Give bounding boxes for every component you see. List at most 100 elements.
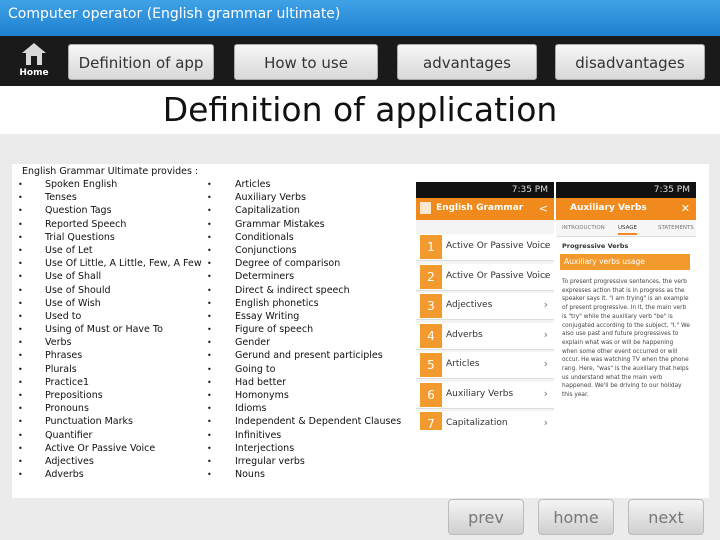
chevron-right-icon: ›: [543, 327, 548, 341]
bullet-mark: •: [207, 259, 212, 269]
list-item-label: Tenses: [45, 192, 77, 204]
tab-disadvantages[interactable]: disadvantages: [555, 44, 705, 80]
detail-toolbar: Auxiliary Verbs ✕: [556, 198, 696, 220]
detail-body-text: To present progressive sentences, the ve…: [562, 279, 690, 399]
list-item-label: Using of Must or Have To: [45, 324, 163, 336]
list-item-label: Trial Questions: [45, 231, 115, 243]
prev-button[interactable]: prev: [448, 499, 524, 535]
bullet-mark: •: [18, 298, 23, 308]
list-item-label: Spoken English: [45, 179, 118, 190]
bullet-mark: •: [18, 417, 23, 427]
bullet-mark: •: [207, 325, 212, 335]
app-list-item: 6 Auxiliary Verbs ›: [416, 381, 554, 409]
status-time: 7:35 PM: [511, 185, 548, 195]
app-list-item: 4 Adverbs ›: [416, 322, 554, 350]
detail-banner: Auxiliary verbs usage: [560, 254, 690, 270]
home-icon: [22, 43, 46, 65]
list-item-label: Independent & Dependent Clauses: [235, 416, 402, 428]
list-item-label: Nouns: [235, 469, 265, 481]
list-item-label: Gender: [235, 337, 271, 349]
bullet-mark: •: [18, 325, 23, 335]
list-intro: English Grammar Ultimate provides :: [22, 166, 199, 177]
detail-tab-introduction: INTRODUCTION: [562, 225, 605, 231]
page-heading-area: Definition of application: [0, 88, 720, 134]
window-title: Computer operator (English grammar ultim…: [8, 6, 341, 22]
detail-banner-text: Auxiliary verbs usage: [564, 257, 645, 266]
home-button[interactable]: home: [538, 499, 614, 535]
app-logo-icon: [420, 202, 431, 214]
list-item-label: Determiners: [235, 271, 295, 283]
tab-how-to-use[interactable]: How to use: [234, 44, 378, 80]
bullet-mark: •: [207, 311, 212, 321]
app-toolbar-title: English Grammar: [436, 203, 524, 213]
app-toolbar: English Grammar <: [416, 198, 554, 220]
detail-toolbar-title: Auxiliary Verbs: [570, 203, 647, 213]
list-item-label: Grammar Mistakes: [235, 218, 325, 230]
app-list-item-label: Articles: [446, 359, 480, 369]
nav-bar: Home Definition of app How to use advant…: [0, 36, 720, 86]
app-list-item-number: 1: [420, 235, 442, 259]
detail-section-title: Progressive Verbs: [562, 242, 629, 250]
list-item-label: Going to: [235, 363, 276, 375]
list-item-label: Use of Should: [45, 284, 111, 296]
list-item-label: Use Of Little, A Little, Few, A Few: [45, 258, 202, 270]
app-list-item-label: Active Or Passive Voice: [446, 270, 551, 281]
bullet-mark: •: [18, 272, 23, 282]
bullet-mark: •: [207, 456, 212, 466]
chevron-right-icon: ›: [543, 357, 548, 370]
list-item-label: Phrases: [45, 350, 83, 362]
list-item-label: Gerund and present participles: [235, 350, 383, 362]
list-item-label: Degree of comparison: [235, 258, 341, 270]
bullet-mark: •: [207, 219, 212, 229]
bullet-mark: •: [18, 470, 23, 480]
status-bar: 7:35 PM: [416, 182, 554, 198]
bullet-mark: •: [18, 193, 23, 203]
bullet-mark: •: [18, 245, 23, 255]
app-list-item-label: Capitalization: [446, 418, 508, 428]
bullet-mark: •: [18, 219, 23, 229]
list-item-label: Capitalization: [235, 205, 300, 217]
detail-tab-statements: STATEMENTS: [658, 225, 694, 231]
tab-definition[interactable]: Definition of app: [68, 44, 214, 80]
bullet-mark: •: [18, 338, 23, 348]
list-item-label: Idioms: [235, 403, 267, 415]
chevron-right-icon: ›: [543, 268, 548, 282]
chevron-right-icon: ›: [543, 386, 548, 400]
detail-tabs: INTRODUCTION USAGE STATEMENTS: [556, 220, 696, 237]
detail-tab-usage: USAGE: [618, 225, 638, 235]
bullet-mark: •: [207, 298, 212, 308]
bullet-mark: •: [207, 417, 212, 427]
list-item-label: Reported Speech: [45, 218, 127, 230]
list-item-label: Pronouns: [45, 403, 89, 415]
title-bar: Computer operator (English grammar ultim…: [0, 0, 720, 36]
list-item-label: Use of Let: [45, 244, 93, 256]
list-item-label: Interjections: [235, 442, 295, 454]
list-item-label: Punctuation Marks: [45, 416, 133, 428]
next-button[interactable]: next: [628, 499, 704, 535]
list-item-label: Prepositions: [45, 390, 103, 401]
bullet-mark: •: [207, 364, 212, 374]
chevron-right-icon: ›: [543, 298, 548, 311]
bullet-mark: •: [207, 430, 212, 440]
bullet-mark: •: [18, 377, 23, 387]
app-list-item: 7 Capitalization ›: [416, 411, 554, 430]
list-item-label: Used to: [45, 310, 82, 322]
bullet-mark: •: [18, 404, 23, 414]
list-item-label: Use of Shall: [45, 271, 102, 283]
app-screenshot: 7:35 PM English Grammar < 1 Active Or Pas…: [416, 182, 696, 430]
home-nav-button[interactable]: Home: [14, 42, 54, 82]
bullet-mark: •: [18, 351, 23, 361]
status-time-right: 7:35 PM: [653, 185, 690, 195]
list-item-label: Active Or Passive Voice: [45, 442, 156, 454]
app-list-item-label: Active Or Passive Voice: [446, 241, 551, 251]
list-item-label: Had better: [235, 376, 287, 388]
list-item-label: Direct & indirect speech: [235, 284, 350, 296]
bullet-mark: •: [18, 364, 23, 374]
list-item-label: Verbs: [45, 337, 72, 349]
close-icon: ✕: [680, 202, 690, 215]
bullet-mark: •: [207, 193, 212, 203]
tab-advantages[interactable]: advantages: [397, 44, 537, 80]
list-item-label: Use of Wish: [45, 297, 101, 309]
app-list-item-number: 7: [420, 412, 442, 430]
app-screenshot-list-screen: 7:35 PM English Grammar < 1 Active Or Pas…: [416, 182, 554, 430]
